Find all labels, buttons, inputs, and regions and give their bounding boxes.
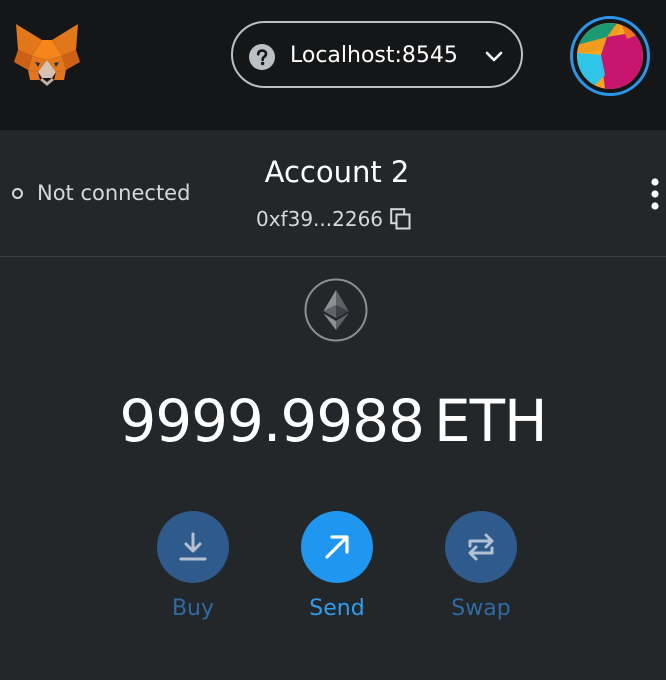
swap-button-label: Swap bbox=[451, 596, 511, 621]
connection-status[interactable]: Not connected bbox=[12, 179, 190, 207]
ethereum-icon bbox=[304, 278, 368, 342]
kebab-menu-icon[interactable] bbox=[648, 177, 662, 211]
balance-unit: ETH bbox=[433, 387, 548, 455]
status-dot-icon bbox=[12, 187, 23, 199]
jazzicon-avatar-icon bbox=[577, 23, 643, 89]
header-divider bbox=[0, 256, 666, 257]
connection-status-label: Not connected bbox=[37, 181, 191, 205]
account-name[interactable]: Account 2 bbox=[200, 154, 474, 190]
swap-arrows-icon bbox=[468, 533, 494, 561]
send-button-label: Send bbox=[309, 596, 365, 621]
swap-button[interactable]: Swap bbox=[421, 511, 541, 623]
copy-icon bbox=[390, 208, 411, 230]
account-avatar[interactable] bbox=[570, 16, 650, 96]
swap-button-circle[interactable] bbox=[445, 511, 517, 583]
wallet-popup: Localhost:8545 Not connected Account 2 0… bbox=[0, 0, 666, 680]
question-mark-icon bbox=[249, 44, 275, 70]
account-details-bar: Not connected Account 2 0xf39...2266 bbox=[0, 130, 666, 256]
account-address: 0xf39...2266 bbox=[256, 207, 384, 231]
buy-button-label: Buy bbox=[171, 596, 215, 621]
arrow-up-right-icon bbox=[325, 535, 349, 559]
balance-amount: 9999.9988 bbox=[119, 387, 425, 455]
send-button-circle[interactable] bbox=[301, 511, 373, 583]
account-address-copy[interactable]: 0xf39...2266 bbox=[256, 206, 411, 232]
balance-display: 9999.9988 ETH bbox=[0, 387, 666, 455]
chevron-down-icon bbox=[485, 51, 503, 62]
network-name: Localhost:8545 bbox=[290, 43, 458, 68]
buy-button[interactable]: Buy bbox=[133, 511, 253, 623]
network-selector[interactable]: Localhost:8545 bbox=[231, 21, 523, 88]
metamask-fox-icon[interactable] bbox=[12, 22, 82, 88]
send-button[interactable]: Send bbox=[277, 511, 397, 623]
app-header: Localhost:8545 bbox=[0, 0, 666, 130]
buy-button-circle[interactable] bbox=[157, 511, 229, 583]
download-icon bbox=[179, 532, 207, 561]
